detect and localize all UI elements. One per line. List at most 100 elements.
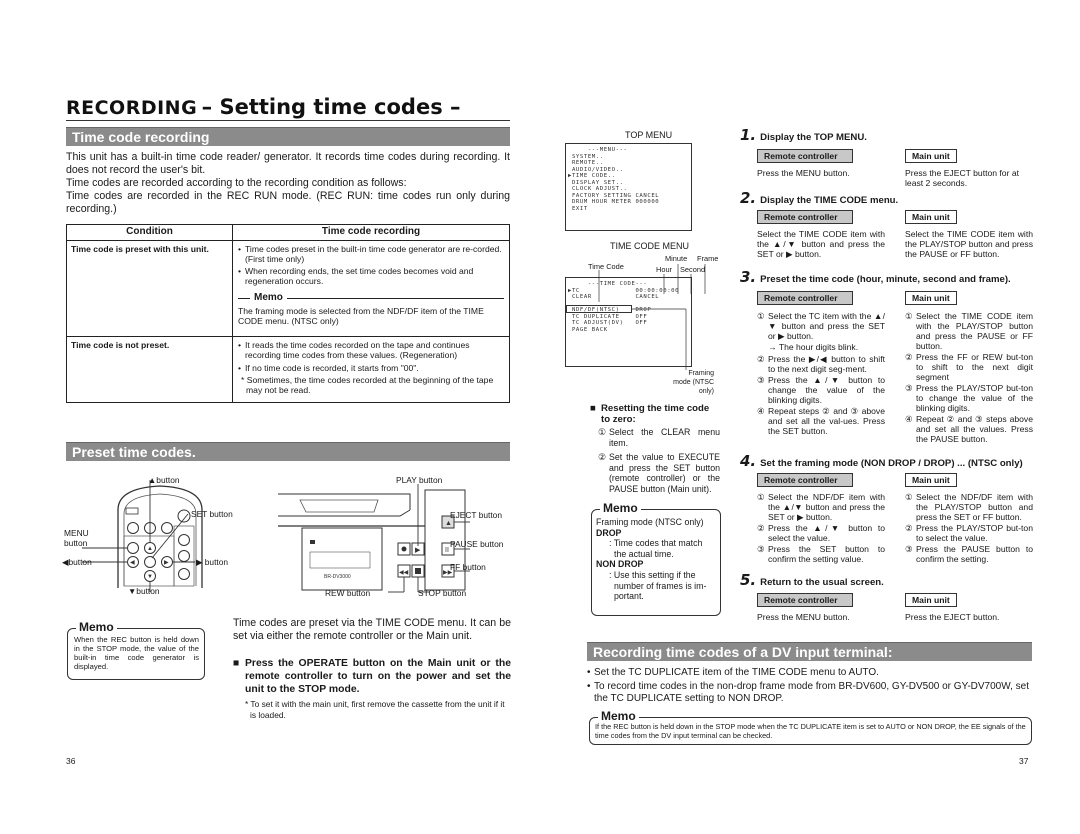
table-note: * Sometimes, the time codes recorded at … — [241, 374, 494, 396]
stop-button-label: STOP button — [418, 588, 467, 598]
bullet-item: • If no time code is recorded, it starts … — [238, 362, 419, 373]
pause-button-label: PAUSE button — [450, 539, 504, 549]
square-bullet-icon: ■ — [590, 403, 596, 414]
list-item: ① Select the TC item with the ▲/▼ button … — [757, 311, 885, 341]
svg-text:◀: ◀ — [130, 560, 135, 566]
memo-term: NON DROP — [596, 559, 644, 570]
step-5-remote-text: Press the MENU button. — [757, 612, 850, 622]
condition-cell: Time code is not preset. — [66, 335, 233, 403]
column-header: Condition — [66, 224, 233, 241]
play-button-label: PLAY button — [396, 475, 443, 485]
framing-memo-box: Memo Framing mode (NTSC only) DROP : Tim… — [591, 501, 721, 616]
remote-controller-tab: Remote controller — [757, 473, 853, 487]
remote-controller-tab: Remote controller — [757, 210, 853, 224]
list-item: ③ Press the PLAY/STOP but-ton to change t… — [905, 383, 1033, 413]
condition-cell: Time code is preset with this unit. — [66, 239, 233, 337]
table-header-row: Condition Time code recording — [66, 224, 510, 241]
intro-text: This unit has a built-in time code reade… — [66, 151, 510, 216]
list-item: ③ Press the SET button to confirm the set… — [757, 544, 885, 564]
tc-menu-callouts — [598, 264, 706, 370]
eject-button-label: EJECT button — [450, 510, 502, 520]
top-menu-screen: ---MENU--- SYSTEM.. REMOTE.. AUDIO/VIDEO… — [565, 143, 692, 231]
memo-intro: Framing mode (NTSC only) — [596, 517, 704, 527]
main-unit-tab: Main unit — [905, 473, 957, 487]
list-item: ④ Repeat steps ② and ③ above and set all … — [757, 406, 885, 436]
square-bullet-icon: ■ — [233, 658, 240, 669]
ff-button-label: FF button — [450, 562, 486, 572]
remote-controller-tab: Remote controller — [757, 149, 853, 163]
heading-section: RECORDING — [66, 97, 198, 119]
reset-heading: ■ Resetting the time code to zero: — [590, 403, 710, 425]
down-button-label: ▼button — [128, 586, 160, 596]
remote-controller-tab: Remote controller — [757, 593, 853, 607]
svg-text:▶: ▶ — [164, 560, 169, 566]
remote-button — [177, 509, 191, 523]
heading-title: – Setting time codes – — [201, 95, 461, 119]
list-item: ③ Press the ▲/▼ button to change the valu… — [757, 375, 885, 405]
recording-cell: • Time codes preset in the built-in time … — [232, 239, 510, 337]
dv-bullets: • Set the TC DUPLICATE item of the TIME C… — [587, 667, 1035, 707]
intro-paragraph: Time codes are recorded in the REC RUN m… — [66, 190, 510, 215]
step-4-main-list: ① Select the NDF/DF item with the PLAY/ST… — [905, 492, 1033, 565]
bullet-item: • When recording ends, the set time codes… — [238, 265, 474, 287]
step-1-remote-text: Press the MENU button. — [757, 168, 850, 178]
bullet-item: • It reads the time codes recorded on the… — [238, 339, 470, 361]
list-item: ① Select the TIME CODE item with the PLAY… — [905, 311, 1033, 351]
rew-button-label: REW button — [325, 588, 371, 598]
memo-content: Framing mode (NTSC only) DROP : Time cod… — [592, 510, 720, 602]
instruction-note: * To set it with the main unit, first re… — [245, 699, 505, 720]
framing-mode-label: Framing mode (NTSC only) — [673, 370, 714, 395]
heading-rule — [66, 120, 510, 121]
preset-memo-box: Memo When the REC button is held down in… — [67, 620, 205, 680]
page-number-right: 37 — [1019, 756, 1029, 766]
memo-title: Memo — [600, 501, 641, 515]
list-item: ② Press the FF or REW but-ton to shift to… — [905, 352, 1033, 382]
step-1-main-text: Press the EJECT button for at least 2 se… — [905, 168, 1020, 188]
bullet-item: • Time codes preset in the built-in time … — [238, 243, 502, 265]
preset-description: Time codes are preset via the TIME CODE … — [233, 617, 511, 642]
bullet-item: • To record time codes in the non-drop fr… — [587, 680, 1030, 705]
step-2-main-text: Select the TIME CODE item with the PLAY/… — [905, 229, 1033, 259]
bullet-item: • Set the TC DUPLICATE item of the TIME C… — [587, 667, 879, 678]
svg-text:▲: ▲ — [147, 546, 153, 552]
list-item: ③ Press the PAUSE button to confirm the s… — [905, 544, 1033, 564]
svg-text:▼: ▼ — [147, 574, 153, 580]
step-4-remote-list: ① Select the NDF/DF item with the ▲/▼ but… — [757, 492, 885, 565]
list-item: ④ Repeat ② and ③ steps above and set all … — [905, 414, 1033, 444]
step-1-heading: 1. Display the TOP MENU. — [740, 126, 867, 144]
list-item: → The hour digits blink. — [768, 342, 859, 352]
intro-paragraph: Time codes are recorded according to the… — [66, 177, 407, 189]
memo-heading: Memo — [238, 292, 504, 304]
recording-cell: • It reads the time codes recorded on the… — [232, 335, 510, 403]
memo-title: Memo — [76, 620, 117, 634]
reset-step: ② Set the value to EXECUTE and press the … — [598, 452, 720, 494]
list-item: ① Select the NDF/DF item with the ▲/▼ but… — [757, 492, 885, 522]
section-title-time-code-recording: Time code recording — [66, 127, 510, 146]
column-header: Time code recording — [232, 224, 510, 241]
left-button-label: ◀button — [62, 557, 92, 567]
dv-memo-box: Memo If the REC button is held down in t… — [589, 709, 1032, 745]
memo-title: Memo — [598, 709, 639, 723]
section-title-preset-time-codes: Preset time codes. — [66, 442, 510, 461]
main-unit-tab: Main unit — [905, 593, 957, 607]
tc-menu-title: TIME CODE MENU — [610, 241, 690, 251]
model-name: BR-DV3000 — [324, 574, 351, 580]
page-number-left: 36 — [66, 756, 76, 766]
set-button-label: SET button — [191, 509, 233, 519]
step-5-heading: 5. Return to the usual screen. — [740, 571, 884, 589]
top-menu-title: TOP MENU — [625, 130, 673, 140]
table-row: Time code is preset with this unit. • Tim… — [66, 239, 510, 337]
step-3-remote-list: ① Select the TC item with the ▲/▼ button … — [757, 311, 885, 437]
step-3-main-list: ① Select the TIME CODE item with the PLAY… — [905, 311, 1033, 445]
memo-desc: : Use this setting if the number of fram… — [609, 569, 707, 602]
main-unit-tab: Main unit — [905, 210, 957, 224]
table-row: Time code is not preset. • It reads the t… — [66, 335, 510, 403]
step-5-main-text: Press the EJECT button. — [905, 612, 1000, 622]
list-item: ② Press the ▲/▼ button to select the valu… — [757, 523, 885, 543]
up-button-label: ▲button — [148, 475, 180, 485]
list-item: ② Press the ▶/◀ button to shift to the ne… — [757, 354, 885, 374]
main-unit-tab: Main unit — [905, 149, 957, 163]
intro-paragraph: This unit has a built-in time code reade… — [66, 151, 510, 176]
right-button-label: ▶ button — [196, 557, 229, 567]
memo-text: When the REC button is held down in the … — [74, 635, 199, 671]
